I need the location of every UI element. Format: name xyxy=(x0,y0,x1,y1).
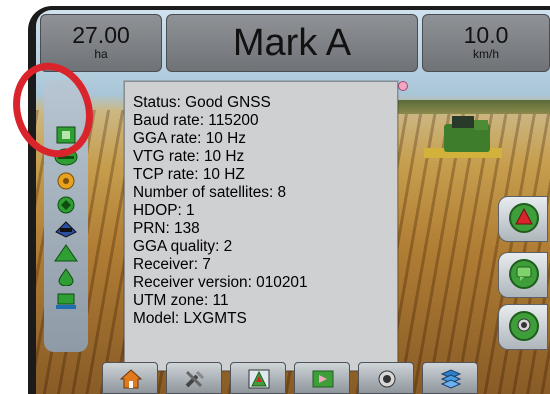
section-control-icon[interactable] xyxy=(53,196,79,214)
top-header: 27.00 ha Mark A 10.0 km/h xyxy=(36,10,550,74)
speed-unit: km/h xyxy=(472,47,499,61)
guidance-screen: 27.00 ha Mark A 10.0 km/h Status: Good G… xyxy=(36,10,550,394)
camera-button[interactable] xyxy=(498,304,548,350)
baud-rate-line: Baud rate: 115200 xyxy=(133,112,259,129)
gnss-status-line: Status: Good GNSS xyxy=(133,94,271,111)
tools-button[interactable] xyxy=(166,362,222,394)
steering-icon[interactable] xyxy=(53,172,79,190)
implement-icon[interactable] xyxy=(53,292,79,310)
map-layers-button[interactable] xyxy=(422,362,478,394)
chat-button[interactable] xyxy=(498,252,548,298)
chat-bubble-icon xyxy=(516,266,532,281)
vtg-rate-line: VTG rate: 10 Hz xyxy=(133,148,245,165)
area-value: 27.00 xyxy=(72,22,130,48)
gnss-status-panel: Status: Good GNSS Baud rate: 115200 GGA … xyxy=(124,81,398,371)
gga-rate-line: GGA rate: 10 Hz xyxy=(133,130,246,147)
home-icon xyxy=(119,369,143,389)
bottom-nav xyxy=(96,362,516,394)
model-line: Model: LXGMTS xyxy=(133,310,247,327)
job-title: Mark A xyxy=(232,22,352,64)
receiver-version-line: Receiver version: 010201 xyxy=(133,274,308,291)
utm-zone-line: UTM zone: 11 xyxy=(133,292,229,309)
rate-icon[interactable] xyxy=(53,268,79,286)
speed-value: 10.0 xyxy=(463,22,509,48)
satellites-line: Number of satellites: 8 xyxy=(133,184,287,201)
mark-icon xyxy=(312,370,334,388)
map-layers-icon xyxy=(440,369,462,389)
camera-nav-button[interactable] xyxy=(358,362,414,394)
speed-tile[interactable]: 10.0 km/h xyxy=(422,14,550,72)
harvester-image xyxy=(424,116,502,166)
tcp-rate-line: TCP rate: 10 HZ xyxy=(133,166,245,183)
area-unit: ha xyxy=(94,47,108,61)
device-frame: 27.00 ha Mark A 10.0 km/h Status: Good G… xyxy=(28,6,550,394)
job-title-tile[interactable]: Mark A xyxy=(166,14,418,72)
vehicle-view-button[interactable] xyxy=(230,362,286,394)
home-button[interactable] xyxy=(102,362,158,394)
prn-line: PRN: 138 xyxy=(133,220,200,237)
camera-icon xyxy=(378,370,396,388)
gga-quality-line: GGA quality: 2 xyxy=(133,238,233,255)
arrow-up-icon xyxy=(515,207,533,225)
tilt-icon[interactable] xyxy=(53,220,79,238)
hdop-line: HDOP: 1 xyxy=(133,202,195,219)
guidance-view-button[interactable] xyxy=(498,196,548,242)
lens-icon xyxy=(517,318,531,332)
boundary-icon[interactable] xyxy=(53,244,79,262)
mark-button[interactable] xyxy=(294,362,350,394)
tools-icon xyxy=(185,370,205,388)
vehicle-view-icon xyxy=(248,369,270,389)
receiver-line: Receiver: 7 xyxy=(133,256,211,273)
